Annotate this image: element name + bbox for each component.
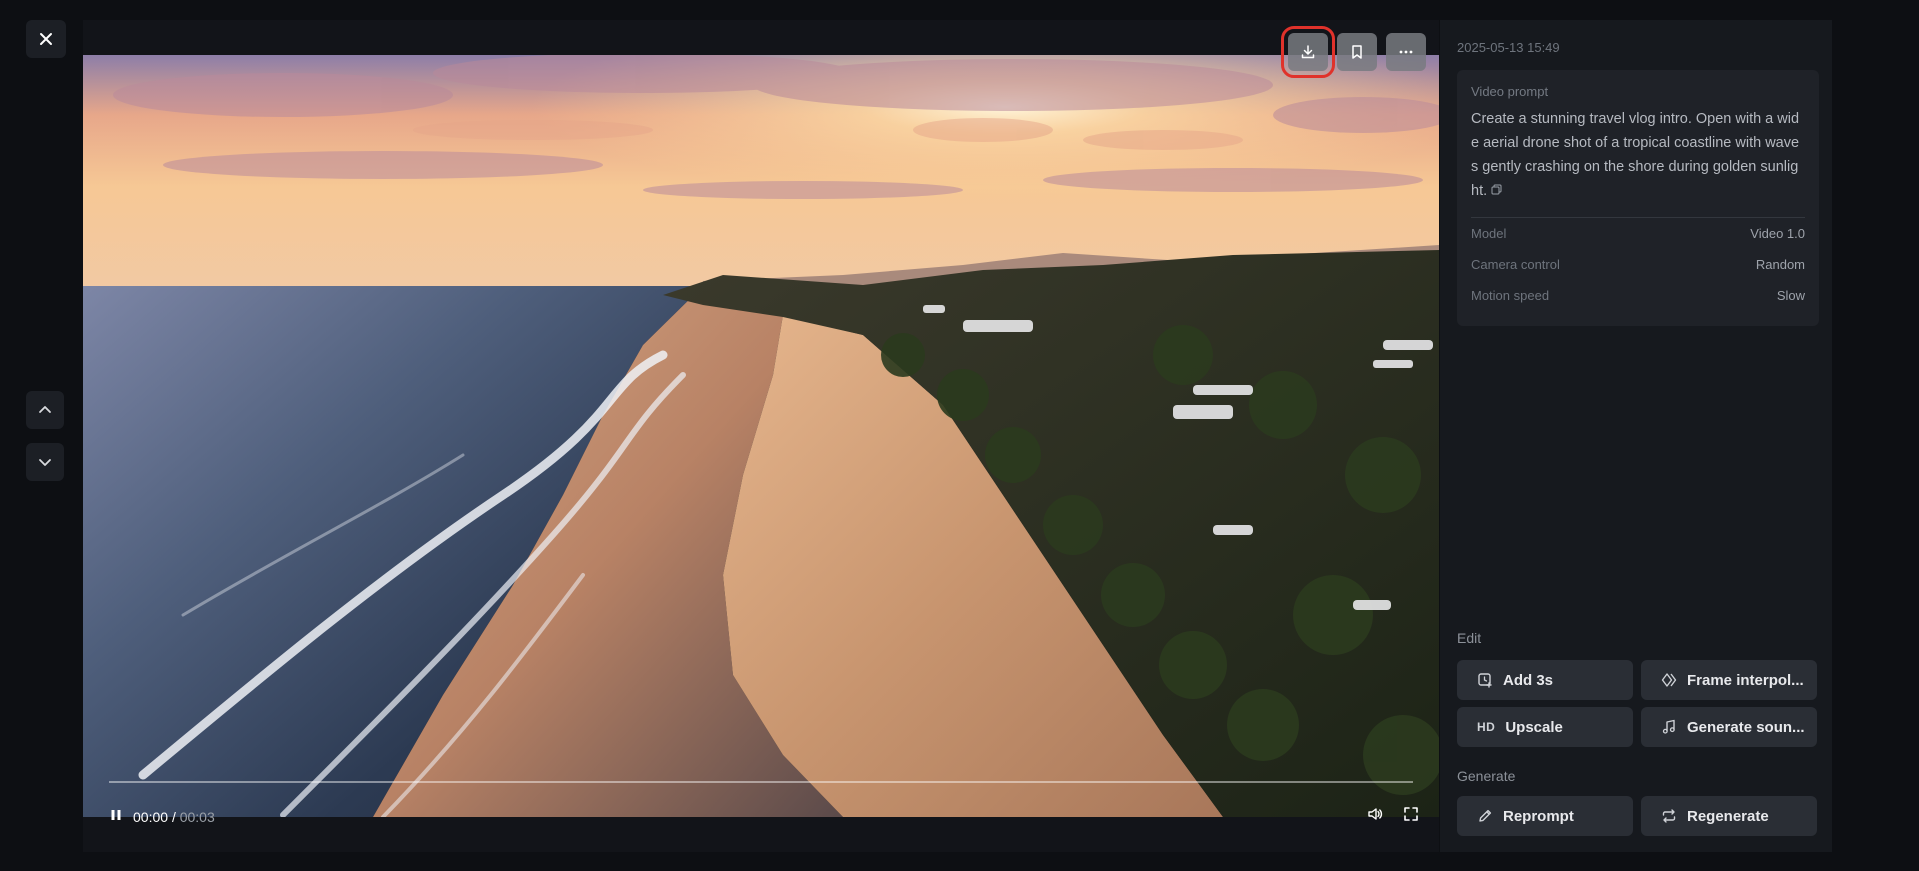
meta-row-model: Model Video 1.0 [1471, 218, 1805, 249]
fullscreen-icon [1404, 807, 1418, 821]
add-3s-label: Add 3s [1503, 671, 1554, 689]
chevron-down-icon [39, 459, 51, 466]
generate-section-title: Generate [1457, 768, 1516, 784]
more-icon [1399, 50, 1413, 54]
meta-key: Camera control [1471, 257, 1560, 273]
prompt-label: Video prompt [1471, 84, 1549, 99]
add-time-icon [1478, 673, 1492, 688]
copy-icon [1491, 184, 1502, 195]
meta-value: Slow [1776, 288, 1805, 304]
bookmark-button[interactable] [1337, 33, 1377, 71]
upscale-label: Upscale [1505, 718, 1563, 736]
regenerate-button[interactable]: Regenerate [1641, 796, 1817, 836]
frame-interpolation-label: Frame interpol... [1687, 671, 1804, 689]
progress-bar[interactable] [109, 781, 1413, 783]
more-button[interactable] [1386, 33, 1426, 71]
regenerate-label: Regenerate [1687, 807, 1769, 825]
video-frame[interactable] [83, 55, 1439, 817]
meta-value: Random [1755, 257, 1805, 273]
video-actions [1281, 26, 1426, 78]
repeat-icon [1662, 809, 1676, 823]
meta-key: Model [1471, 226, 1507, 242]
fullscreen-button[interactable] [1403, 806, 1419, 827]
meta-row-camera-control: Camera control Random [1471, 249, 1805, 280]
prompt-card: Video prompt Create a stunning travel vl… [1457, 70, 1819, 326]
generate-sound-label: Generate soun... [1687, 718, 1805, 736]
pencil-icon [1479, 809, 1492, 822]
close-icon [40, 33, 52, 45]
download-button[interactable] [1281, 26, 1335, 78]
prompt-text: Create a stunning travel vlog intro. Ope… [1471, 111, 1800, 199]
frame-interpolation-button[interactable]: Frame interpol... [1641, 660, 1817, 700]
upscale-button[interactable]: HD Upscale [1457, 707, 1633, 747]
meta-value: Video 1.0 [1750, 226, 1805, 242]
meta-key: Motion speed [1471, 288, 1550, 304]
prompt-text-block: Create a stunning travel vlog intro. Ope… [1471, 107, 1805, 203]
pause-icon [111, 810, 121, 820]
hd-icon: HD [1477, 720, 1496, 734]
meta-row-motion-speed: Motion speed Slow [1471, 280, 1805, 311]
volume-button[interactable] [1367, 806, 1383, 827]
time-total: 00:03 [179, 808, 215, 825]
created-timestamp: 2025-05-13 15:49 [1457, 40, 1560, 55]
generate-sound-button[interactable]: Generate soun... [1641, 707, 1817, 747]
add-3s-button[interactable]: Add 3s [1457, 660, 1633, 700]
chevron-up-icon [39, 406, 51, 413]
music-note-icon [1662, 719, 1675, 734]
edit-section-title: Edit [1457, 630, 1482, 646]
video-player: 00:00 / 00:03 [83, 20, 1439, 852]
reprompt-button[interactable]: Reprompt [1457, 796, 1633, 836]
player-controls: 00:00 / 00:03 [109, 806, 1419, 827]
frame-interpolation-icon [1661, 673, 1677, 687]
time-separator: / [171, 808, 176, 825]
volume-icon [1368, 808, 1383, 820]
pause-button[interactable] [109, 808, 123, 825]
bookmark-icon [1352, 45, 1362, 59]
reprompt-label: Reprompt [1503, 807, 1574, 825]
next-button[interactable] [26, 443, 64, 481]
details-panel: 2025-05-13 15:49 Video prompt Create a s… [1440, 20, 1832, 852]
download-icon [1301, 45, 1315, 59]
time-current: 00:00 [133, 808, 169, 825]
close-button[interactable] [26, 20, 66, 58]
copy-prompt-button[interactable] [1491, 179, 1502, 203]
previous-button[interactable] [26, 391, 64, 429]
